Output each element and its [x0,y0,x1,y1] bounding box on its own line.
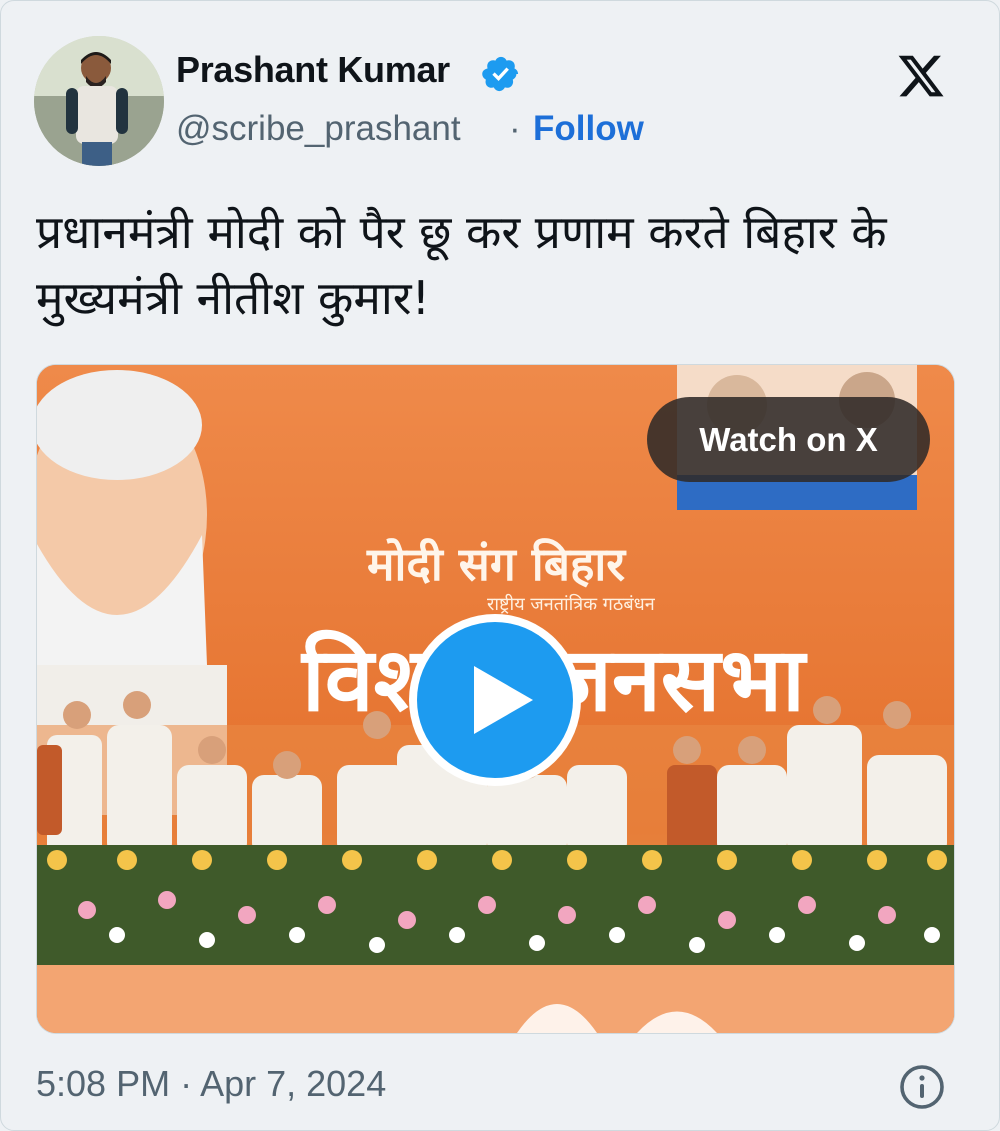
play-icon[interactable] [406,611,584,789]
author-handle[interactable]: @scribe_prashant [176,109,461,149]
tweet-card: Prashant Kumar @scribe_prashant · Follow… [0,0,1000,1131]
info-icon[interactable] [898,1063,946,1111]
x-logo-icon[interactable] [891,51,951,101]
timestamp[interactable]: 5:08 PM · Apr 7, 2024 [36,1063,386,1105]
separator-dot: · [509,109,521,148]
avatar[interactable] [34,36,164,166]
tweet-text: प्रधानमंत्री मोदी को पैर छू कर प्रणाम कर… [36,205,887,325]
banner-title: मोदी संग बिहार [366,537,627,591]
verified-badge-icon [482,56,519,92]
watch-on-x-button[interactable]: Watch on X [647,397,930,482]
follow-button[interactable]: Follow [533,109,644,149]
author-name[interactable]: Prashant Kumar [176,49,450,91]
